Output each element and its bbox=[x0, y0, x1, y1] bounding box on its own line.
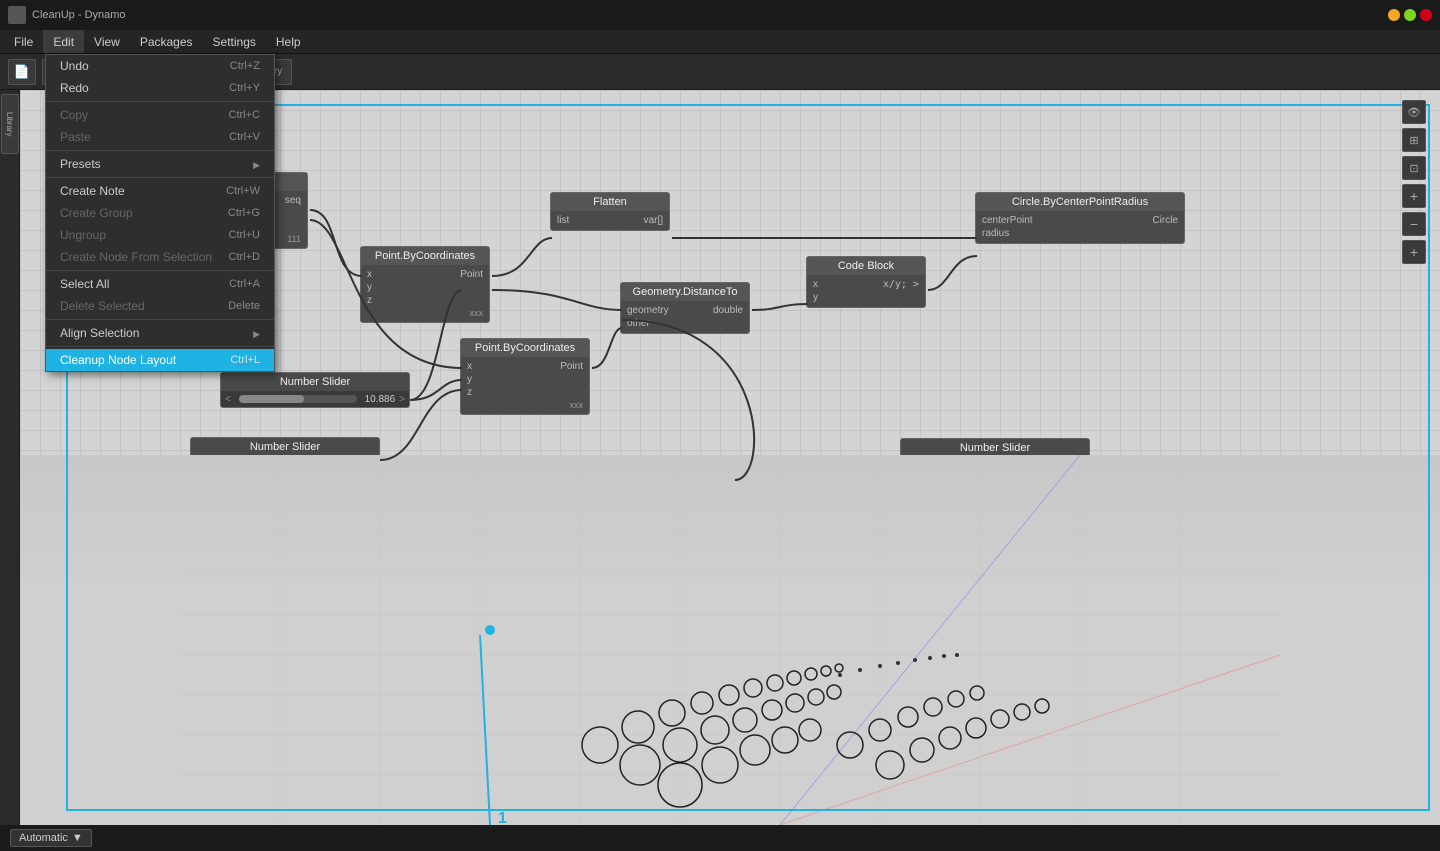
status-dropdown-arrow: ▼ bbox=[72, 832, 83, 844]
title-bar-left: CleanUp - Dynamo bbox=[8, 6, 126, 24]
node-circle-title: Circle.ByCenterPointRadius bbox=[976, 193, 1184, 211]
menu-edit[interactable]: Edit bbox=[43, 30, 84, 53]
left-sidebar: Library bbox=[0, 90, 20, 825]
app-icon bbox=[8, 6, 26, 24]
menu-presets[interactable]: Presets bbox=[46, 153, 274, 175]
toolbar-new[interactable]: 📄 bbox=[8, 59, 36, 85]
menu-packages[interactable]: Packages bbox=[130, 30, 203, 53]
view-3d: 1 bbox=[20, 455, 1440, 825]
menu-file[interactable]: File bbox=[4, 30, 43, 53]
close-button[interactable] bbox=[1420, 9, 1432, 21]
maximize-button[interactable] bbox=[1404, 9, 1416, 21]
status-bar: Automatic ▼ bbox=[0, 825, 1440, 851]
node-point2-title: Point.ByCoordinates bbox=[461, 339, 589, 357]
node-point1-title: Point.ByCoordinates bbox=[361, 247, 489, 265]
status-mode-dropdown[interactable]: Automatic ▼ bbox=[10, 829, 92, 847]
menu-select-all[interactable]: Select All Ctrl+A bbox=[46, 273, 274, 295]
menu-create-node-from-selection: Create Node From Selection Ctrl+D bbox=[46, 246, 274, 268]
node-numslider1-title: Number Slider bbox=[221, 373, 409, 391]
title-bar: CleanUp - Dynamo bbox=[0, 0, 1440, 30]
svg-text:1: 1 bbox=[498, 810, 507, 825]
title-bar-controls[interactable] bbox=[1388, 9, 1432, 21]
node-geodist[interactable]: Geometry.DistanceTo geometry double othe… bbox=[620, 282, 750, 334]
node-numslider1[interactable]: Number Slider < 10.886 > bbox=[220, 372, 410, 408]
app-title: CleanUp - Dynamo bbox=[32, 9, 126, 21]
node-numslider3-title: Number Slider bbox=[191, 438, 379, 456]
minimize-button[interactable] bbox=[1388, 9, 1400, 21]
view-3d-svg: 1 bbox=[20, 455, 1440, 825]
eye-icon[interactable]: 👁 bbox=[1402, 100, 1426, 124]
edit-menu-dropdown: Undo Ctrl+Z Redo Ctrl+Y Copy Ctrl+C Past… bbox=[45, 54, 275, 372]
canvas-controls: 👁 ⊞ ⊡ + − + bbox=[1402, 100, 1426, 264]
menu-bar: File Edit View Packages Settings Help bbox=[0, 30, 1440, 54]
node-point1[interactable]: Point.ByCoordinates x Point y z xxx bbox=[360, 246, 490, 323]
node-flatten[interactable]: Flatten list var[] bbox=[550, 192, 670, 231]
node-codeblock[interactable]: Code Block x x/y; > y bbox=[806, 256, 926, 308]
fit-view-button[interactable]: ⊡ bbox=[1402, 156, 1426, 180]
menu-view[interactable]: View bbox=[84, 30, 130, 53]
menu-cleanup-node-layout[interactable]: Cleanup Node Layout Ctrl+L bbox=[46, 349, 274, 371]
numslider1-value: 10.886 bbox=[365, 394, 396, 405]
menu-create-note[interactable]: Create Note Ctrl+W bbox=[46, 180, 274, 202]
graph-icon[interactable]: ⊞ bbox=[1402, 128, 1426, 152]
node-flatten-title: Flatten bbox=[551, 193, 669, 211]
node-geodist-title: Geometry.DistanceTo bbox=[621, 283, 749, 301]
status-mode-label: Automatic bbox=[19, 832, 68, 844]
node-codeblock-title: Code Block bbox=[807, 257, 925, 275]
menu-undo[interactable]: Undo Ctrl+Z bbox=[46, 55, 274, 77]
menu-paste: Paste Ctrl+V bbox=[46, 126, 274, 148]
zoom-out-button[interactable]: − bbox=[1402, 212, 1426, 236]
menu-create-group: Create Group Ctrl+G bbox=[46, 202, 274, 224]
menu-help[interactable]: Help bbox=[266, 30, 311, 53]
node-circle[interactable]: Circle.ByCenterPointRadius centerPoint C… bbox=[975, 192, 1185, 244]
menu-align-selection[interactable]: Align Selection bbox=[46, 322, 274, 344]
zoom-in-button[interactable]: + bbox=[1402, 184, 1426, 208]
node-point2[interactable]: Point.ByCoordinates x Point y z xxx bbox=[460, 338, 590, 415]
sidebar-library-btn[interactable]: Library bbox=[1, 94, 19, 154]
menu-delete-selected: Delete Selected Delete bbox=[46, 295, 274, 317]
menu-redo[interactable]: Redo Ctrl+Y bbox=[46, 77, 274, 99]
zoom-fit-button[interactable]: + bbox=[1402, 240, 1426, 264]
menu-settings[interactable]: Settings bbox=[203, 30, 266, 53]
menu-copy: Copy Ctrl+C bbox=[46, 104, 274, 126]
menu-ungroup: Ungroup Ctrl+U bbox=[46, 224, 274, 246]
